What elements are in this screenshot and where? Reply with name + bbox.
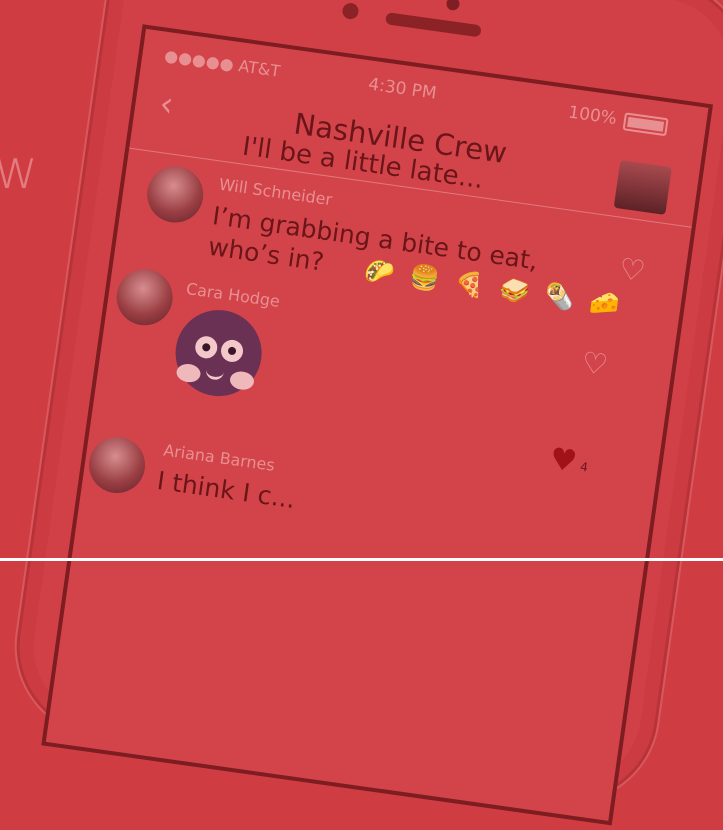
message-text: I think I c...: [155, 465, 298, 515]
iphone-device: ●●●●● AT&T 4:30 PM 100% ‹ Nashville Crew…: [5, 0, 723, 826]
camera-icon: [445, 0, 461, 12]
battery-icon: [622, 112, 669, 137]
status-time: 4:30 PM: [367, 74, 438, 104]
speaker-icon: [385, 12, 482, 38]
avatar[interactable]: [85, 433, 149, 497]
sticker-paw: [228, 370, 256, 392]
like-heart-icon[interactable]: ♡: [617, 251, 647, 288]
sticker-mouth: [204, 365, 225, 381]
back-button[interactable]: ‹: [157, 84, 176, 126]
liked-heart-icon[interactable]: ♥: [548, 441, 580, 479]
sticker-eye: [193, 334, 219, 360]
sticker-eye: [219, 338, 245, 364]
chat-screen: ●●●●● AT&T 4:30 PM 100% ‹ Nashville Crew…: [41, 24, 714, 826]
sensor-icon: [341, 2, 360, 21]
background-partial-heading: w: [0, 138, 40, 201]
status-carrier: ●●●●● AT&T: [163, 45, 282, 81]
sender-name: Cara Hodge: [184, 279, 282, 312]
avatar[interactable]: [143, 162, 207, 227]
like-heart-icon[interactable]: ♡: [580, 345, 610, 382]
status-battery: 100%: [567, 102, 619, 130]
purple-monster-sticker: [170, 304, 268, 402]
sticker-paw: [175, 362, 202, 384]
like-count: 4: [579, 459, 589, 475]
group-avatar[interactable]: [613, 160, 672, 215]
avatar[interactable]: [113, 265, 177, 329]
